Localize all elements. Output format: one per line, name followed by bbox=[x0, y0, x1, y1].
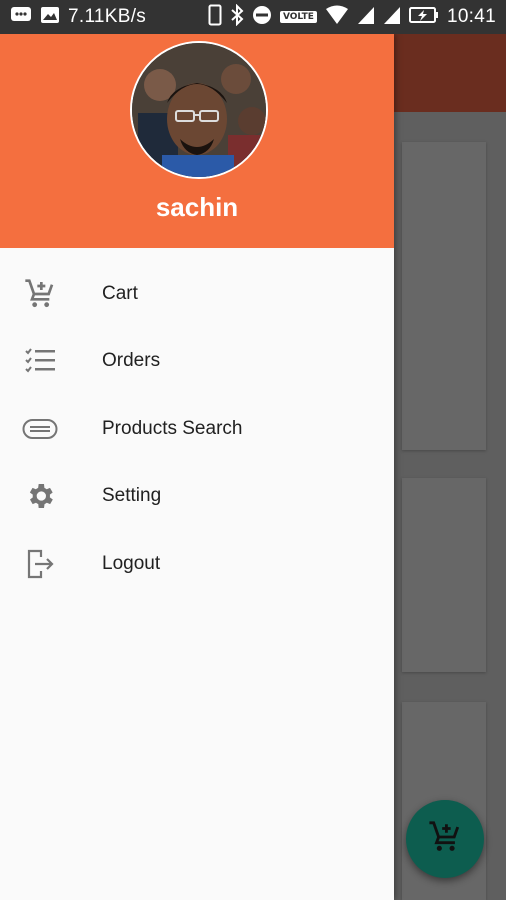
menu-item-label: Products Search bbox=[102, 417, 243, 439]
menu-item-logout[interactable]: Logout bbox=[0, 530, 394, 598]
message-icon bbox=[10, 5, 32, 30]
signal-icon bbox=[357, 5, 375, 30]
image-icon bbox=[40, 5, 60, 30]
drawer-menu: Cart Orders Products Search Setting Logo bbox=[0, 260, 394, 598]
bluetooth-icon bbox=[230, 3, 244, 31]
menu-item-products-search[interactable]: Products Search bbox=[0, 395, 394, 463]
menu-item-setting[interactable]: Setting bbox=[0, 463, 394, 531]
volte-badge: VOLTE bbox=[279, 11, 317, 23]
navigation-drawer: sachin Cart Orders Products Search Setti… bbox=[0, 34, 394, 900]
username: sachin bbox=[155, 192, 239, 222]
barcode-scan-icon bbox=[22, 411, 58, 447]
status-bar: 7.11KB/s VOLTE 10:41 bbox=[0, 0, 506, 34]
product-card[interactable] bbox=[402, 142, 486, 450]
cart-add-icon bbox=[428, 820, 462, 859]
app-bar bbox=[394, 34, 506, 112]
avatar[interactable] bbox=[130, 41, 268, 179]
logout-icon bbox=[22, 546, 58, 582]
menu-item-label: Logout bbox=[102, 552, 161, 574]
checklist-icon bbox=[22, 343, 58, 379]
do-not-disturb-icon bbox=[252, 5, 272, 30]
cart-add-icon bbox=[22, 276, 58, 312]
clock: 10:41 bbox=[446, 6, 496, 27]
drawer-header: sachin bbox=[0, 34, 394, 248]
menu-item-cart[interactable]: Cart bbox=[0, 260, 394, 328]
network-speed: 7.11KB/s bbox=[68, 6, 147, 27]
signal-icon bbox=[383, 5, 401, 30]
product-card[interactable] bbox=[402, 478, 486, 672]
phone-icon bbox=[208, 4, 222, 31]
menu-item-label: Setting bbox=[102, 485, 162, 507]
menu-item-label: Orders bbox=[102, 350, 161, 372]
battery-charging-icon bbox=[408, 6, 439, 29]
cart-fab-button[interactable] bbox=[406, 800, 484, 878]
gear-icon bbox=[22, 478, 58, 514]
background-app bbox=[394, 34, 506, 900]
menu-item-label: Cart bbox=[102, 282, 138, 304]
wifi-icon bbox=[325, 5, 349, 30]
menu-item-orders[interactable]: Orders bbox=[0, 328, 394, 396]
